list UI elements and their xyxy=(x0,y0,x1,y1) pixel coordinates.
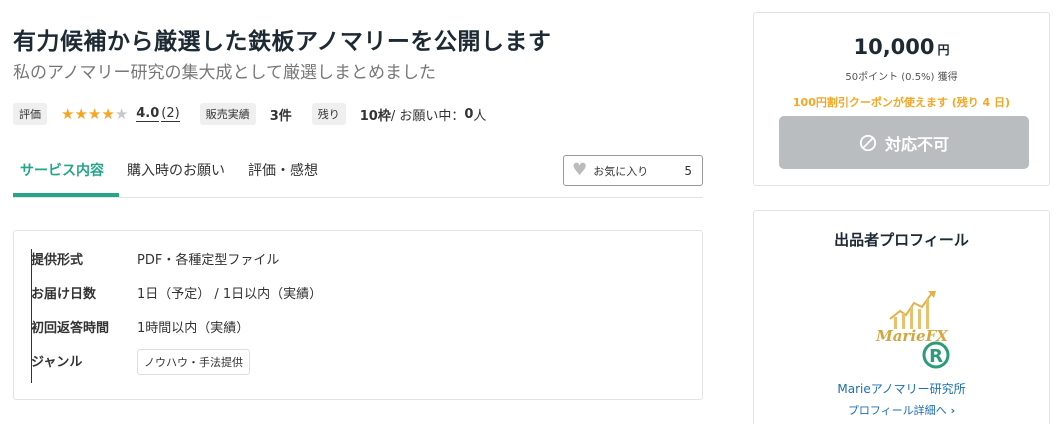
star-icon: ★ xyxy=(74,104,88,123)
seller-profile-card: 出品者プロフィール MarieFX R Marieアノマリー研究所 プロフィール… xyxy=(753,210,1050,424)
detail-label: 初回返答時間 xyxy=(31,321,110,336)
sales-value: 3件 xyxy=(269,108,292,124)
sales-tag: 販売実績 xyxy=(199,103,256,125)
service-subtitle: 私のアノマリー研究の集大成として厳選しまとめました xyxy=(13,63,436,83)
star-icon: ★ xyxy=(61,104,75,123)
tab-reviews[interactable]: 評価・感想 xyxy=(248,160,318,180)
profile-detail-link[interactable]: プロフィール詳細へ › xyxy=(754,402,1049,418)
seller-logo[interactable]: MarieFX R xyxy=(862,287,962,369)
rating-tag: 評価 xyxy=(13,103,47,125)
rating-value-link[interactable]: 4.0 xyxy=(136,106,160,122)
detail-label: ジャンル xyxy=(31,355,83,370)
service-tabs: サービス内容 購入時のお願い 評価・感想 ♥ お気に入り 5 xyxy=(13,148,703,198)
chevron-right-icon: › xyxy=(950,404,956,417)
requesting-value: 0 xyxy=(464,106,474,122)
unavailable-button-label: 対応不可 xyxy=(884,134,949,154)
seller-section-title: 出品者プロフィール xyxy=(834,231,969,249)
seller-name-link[interactable]: Marieアノマリー研究所 xyxy=(754,380,1049,397)
detail-value: 1時間以内（実績） xyxy=(137,321,250,336)
price-card: 10,000 円 50ポイント (0.5%) 獲得 100円割引クーポンが使えます… xyxy=(753,12,1050,186)
profile-detail-label: プロフィール詳細へ xyxy=(847,404,947,417)
star-icon: ★ xyxy=(101,104,115,123)
detail-value: 1日（予定） / 1日以内（実績） xyxy=(137,287,323,302)
detail-row-genre: ジャンル ノウハウ・手法提供 xyxy=(31,349,250,375)
favorite-button[interactable]: ♥ お気に入り 5 xyxy=(563,155,703,186)
favorite-count: 5 xyxy=(684,163,692,178)
price: 10,000 円 xyxy=(754,35,1049,59)
unavailable-button[interactable]: 対応不可 xyxy=(779,116,1029,169)
requesting-unit: 人 xyxy=(473,108,487,124)
star-empty-icon: ★ xyxy=(114,104,129,123)
heart-icon: ♥ xyxy=(572,160,588,180)
detail-label: お届け日数 xyxy=(31,287,97,302)
detail-label: 提供形式 xyxy=(31,253,84,268)
service-title: 有力候補から厳選した鉄板アノマリーを公開します xyxy=(13,29,552,55)
coupon-text: 100円割引クーポンが使えます (残り 4 日) xyxy=(792,96,1011,109)
remain-tag: 残り xyxy=(311,103,346,125)
price-value: 10,000 xyxy=(853,35,935,59)
star-icon: ★ xyxy=(87,104,102,123)
genre-tag[interactable]: ノウハウ・手法提供 xyxy=(137,349,250,375)
tab-purchase-request[interactable]: 購入時のお願い xyxy=(127,160,225,180)
active-tab-indicator xyxy=(13,193,119,197)
rating-count-link[interactable]: (2) xyxy=(161,106,180,122)
detail-value: PDF・各種定型ファイル xyxy=(137,253,280,268)
rating-stars: ★ ★ ★ ★ ★ xyxy=(61,104,129,123)
remain-value: 10枠 xyxy=(359,108,391,124)
tab-service-content[interactable]: サービス内容 xyxy=(20,160,104,180)
svg-text:R: R xyxy=(929,346,943,367)
detail-row-format: 提供形式 PDF・各種定型ファイル xyxy=(31,249,279,268)
requesting-label: / お願い中： xyxy=(390,108,465,124)
detail-row-response: 初回返答時間 1時間以内（実績） xyxy=(31,317,249,336)
favorite-label: お気に入り xyxy=(593,164,649,178)
service-meta-row: 評価 ★ ★ ★ ★ ★ 4.0 (2) 販売実績 3件 残り 10枠 / お願… xyxy=(13,102,486,126)
price-currency: 円 xyxy=(937,43,950,57)
detail-row-delivery: お届け日数 1日（予定） / 1日以内（実績） xyxy=(31,283,322,302)
service-details: 提供形式 PDF・各種定型ファイル お届け日数 1日（予定） / 1日以内（実績） … xyxy=(13,230,703,400)
ban-icon xyxy=(859,134,877,151)
points-text: 50ポイント (0.5%) 獲得 xyxy=(845,72,958,83)
